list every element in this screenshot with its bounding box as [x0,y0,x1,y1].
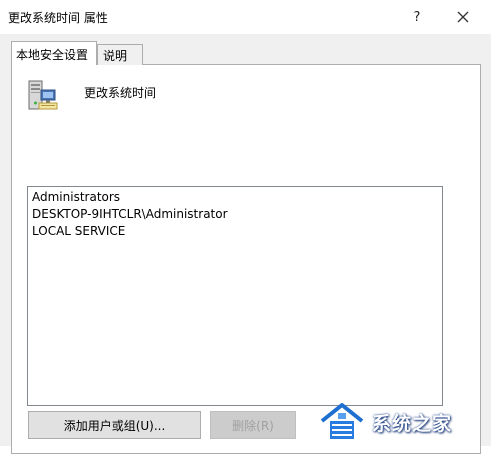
tab-local-security-setting[interactable]: 本地安全设置 [11,41,97,65]
watermark: 系统之家 [318,398,491,446]
window-title: 更改系统时间 属性 [8,11,108,25]
add-user-or-group-button[interactable]: 添加用户或组(U)... [28,411,201,439]
tab-explain[interactable]: 说明 [97,44,143,65]
members-list[interactable]: Administrators DESKTOP-9IHTCLR\Administr… [27,186,443,406]
remove-button[interactable]: 删除(R) [210,411,296,439]
close-icon [457,11,469,23]
close-button[interactable] [446,4,480,30]
server-computer-icon [28,80,58,110]
list-item[interactable]: Administrators [32,190,120,204]
policy-name: 更改系统时间 [84,86,157,100]
house-logo-icon [320,403,364,439]
list-item[interactable]: DESKTOP-9IHTCLR\Administrator [32,207,228,221]
watermark-text: 系统之家 [372,412,453,435]
help-button[interactable]: ? [400,4,434,30]
title-bar: 更改系统时间 属性 ? [0,0,491,34]
list-item[interactable]: LOCAL SERVICE [32,224,125,238]
